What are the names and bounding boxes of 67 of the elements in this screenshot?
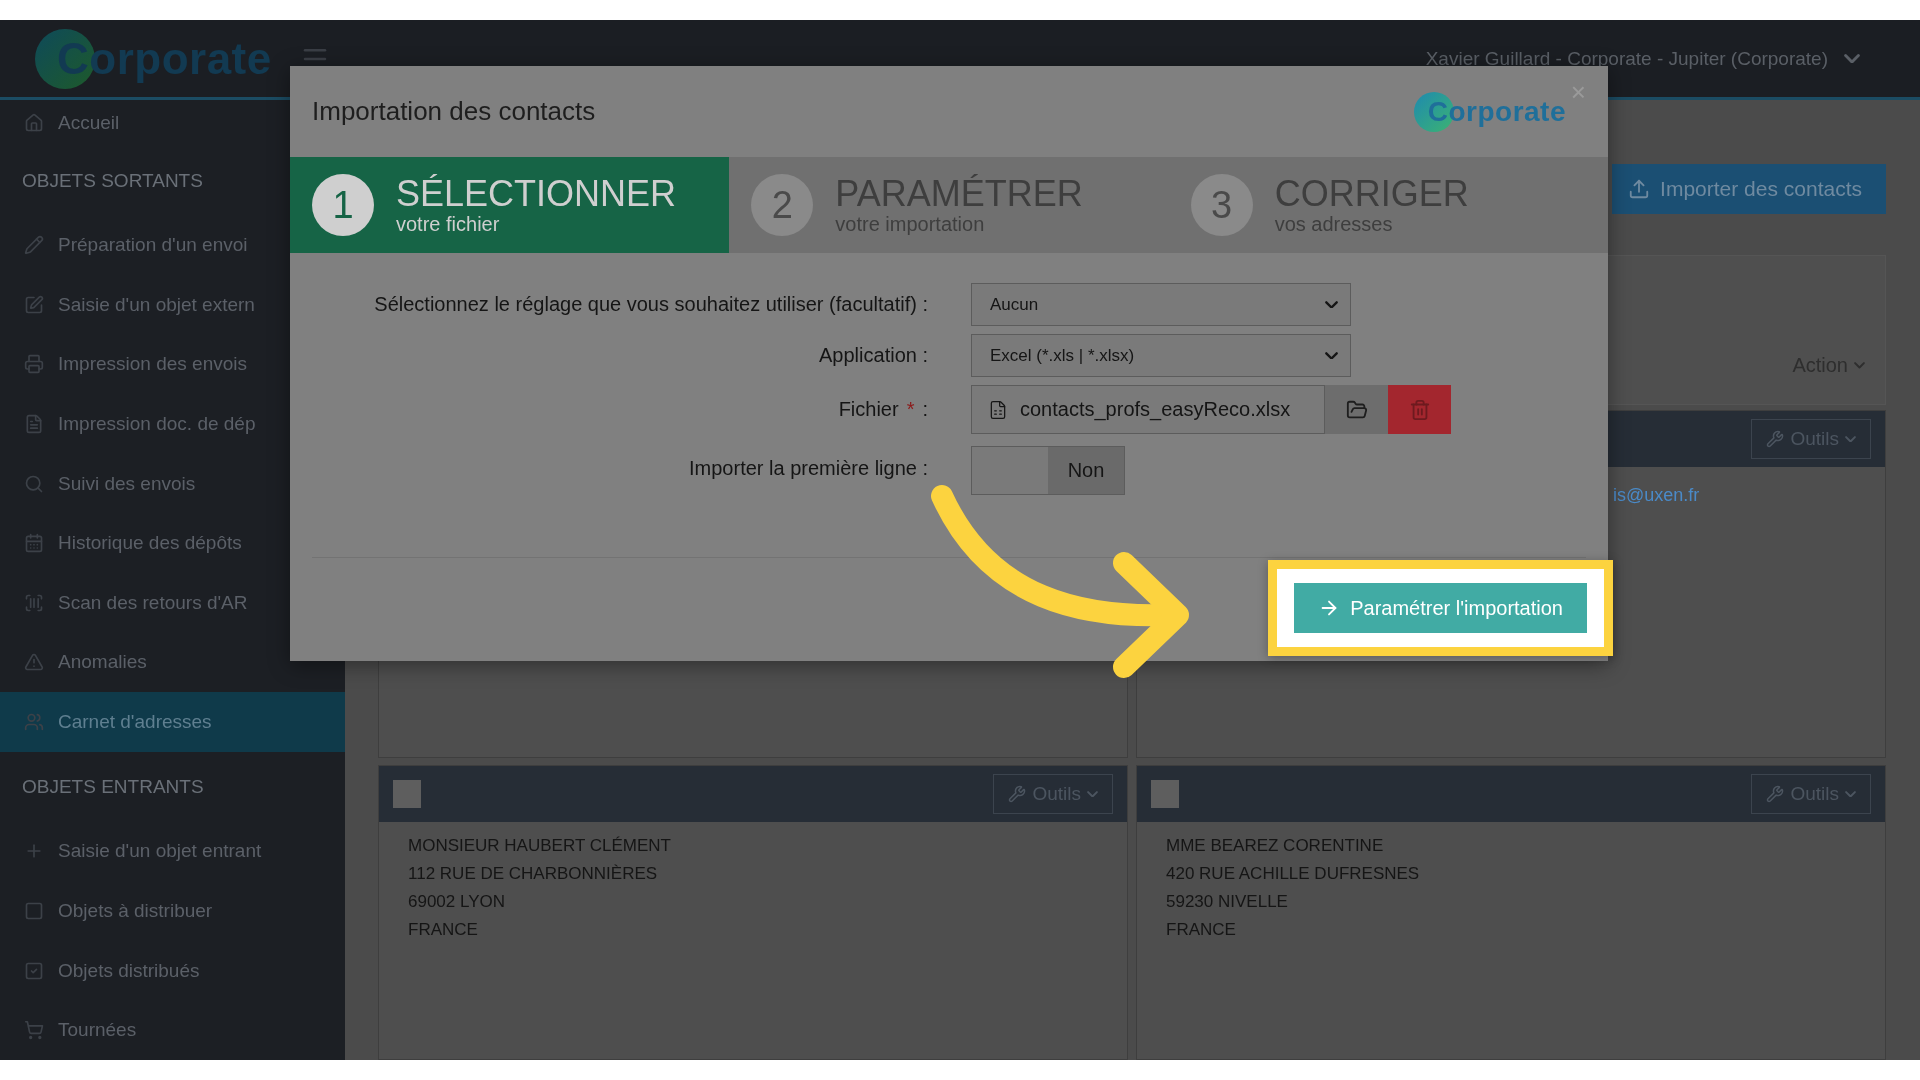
field-label: Importer la première ligne : <box>689 457 928 480</box>
wizard-step[interactable]: 1 SÉLECTIONNER votre fichier <box>290 157 730 253</box>
sidebar-item[interactable]: Scan des retours d'AR <box>0 573 345 633</box>
caret-icon <box>1854 362 1865 369</box>
trash-icon <box>1408 398 1431 421</box>
checkbox[interactable] <box>393 780 421 808</box>
sidebar-item[interactable]: Saisie d'un objet entrant <box>0 821 345 882</box>
user-menu[interactable]: Xavier Guillard - Corporate - Jupiter (Corporate) <box>1425 47 1860 70</box>
chevron-down-icon <box>1844 53 1860 64</box>
address-line: 59230 NIVELLE <box>1166 891 1289 913</box>
import-button[interactable]: Importer des contacts <box>1612 163 1886 214</box>
sidebar-item[interactable]: Tournées <box>0 1000 345 1060</box>
checkbox[interactable] <box>1151 780 1179 808</box>
wrench-icon <box>1008 785 1027 803</box>
step-subtitle: votre fichier <box>396 212 501 236</box>
select-field[interactable]: Aucun <box>971 283 1351 326</box>
caret-icon <box>1087 790 1098 798</box>
edit-icon <box>24 294 46 315</box>
sidebar-item[interactable]: Impression des envois <box>0 334 345 395</box>
address-line: 420 RUE ACHILLE DUFRESNES <box>1166 863 1421 885</box>
select-field[interactable]: Excel (*.xls | *.xlsx) <box>971 334 1351 377</box>
step-title: SÉLECTIONNER <box>396 174 677 213</box>
spreadsheet-file-icon <box>988 399 1008 420</box>
chevron-down-icon <box>1325 300 1338 309</box>
chevron-down-icon <box>1325 351 1338 360</box>
wrench-icon <box>1766 785 1785 803</box>
dialog-title: Importation des contacts <box>312 96 596 127</box>
warning-icon <box>24 652 46 673</box>
printer-icon <box>24 354 46 375</box>
field-label: Sélectionnez le réglage que vous souhaitez utiliser (facultatif) : <box>374 293 928 316</box>
pencil-icon <box>24 235 46 256</box>
folder-icon <box>1345 398 1368 421</box>
file-field[interactable]: contacts_profs_easyReco.xlsx <box>971 385 1325 434</box>
section-heading: OBJETS SORTANTS <box>22 169 203 192</box>
sidebar-item[interactable]: Impression doc. de dép <box>0 394 345 454</box>
step-number: 1 <box>312 174 374 236</box>
section-heading: OBJETS ENTRANTS <box>22 775 204 798</box>
wrench-icon <box>1766 430 1785 448</box>
field-label: Application : <box>819 344 928 367</box>
sidebar-item[interactable]: Saisie d'un objet extern <box>0 274 345 335</box>
submit-button[interactable]: Paramétrer l'importation <box>1294 583 1587 633</box>
upload-icon <box>1628 177 1651 200</box>
caret-icon <box>1845 435 1856 443</box>
sidebar-item[interactable]: Historique des dépôts <box>0 513 345 574</box>
address-line: FRANCE <box>408 919 479 941</box>
users-icon <box>24 712 46 733</box>
field-label: Fichier <box>838 398 899 421</box>
step-number: 3 <box>1190 174 1253 236</box>
sidebar-item[interactable]: Carnet d'adresses <box>0 692 345 752</box>
sidebar-item[interactable]: Objets distribués <box>0 940 345 1001</box>
caret-icon <box>1845 790 1856 798</box>
address-line: MONSIEUR HAUBERT CLÉMENT <box>408 835 672 857</box>
address-line: FRANCE <box>1166 919 1237 941</box>
sidebar-item[interactable]: Suivi des envois <box>0 453 345 514</box>
cart-icon <box>24 1020 46 1041</box>
address-line: MME BEAREZ CORENTINE <box>1166 835 1385 857</box>
browse-button[interactable] <box>1325 385 1388 434</box>
address-line: 69002 LYON <box>408 891 507 913</box>
sidebar-item[interactable]: Objets à distribuer <box>0 881 345 941</box>
address-line: 112 RUE DE CHARBONNIÈRES <box>408 863 659 885</box>
required-mark: * <box>906 398 915 421</box>
sidebar-item[interactable]: Anomalies <box>0 632 345 693</box>
step-number: 2 <box>751 174 814 236</box>
delete-button[interactable] <box>1388 385 1451 434</box>
label-colon: : <box>922 398 928 421</box>
close-button[interactable]: × <box>1564 76 1592 109</box>
toggle-switch[interactable]: Non <box>971 446 1125 495</box>
